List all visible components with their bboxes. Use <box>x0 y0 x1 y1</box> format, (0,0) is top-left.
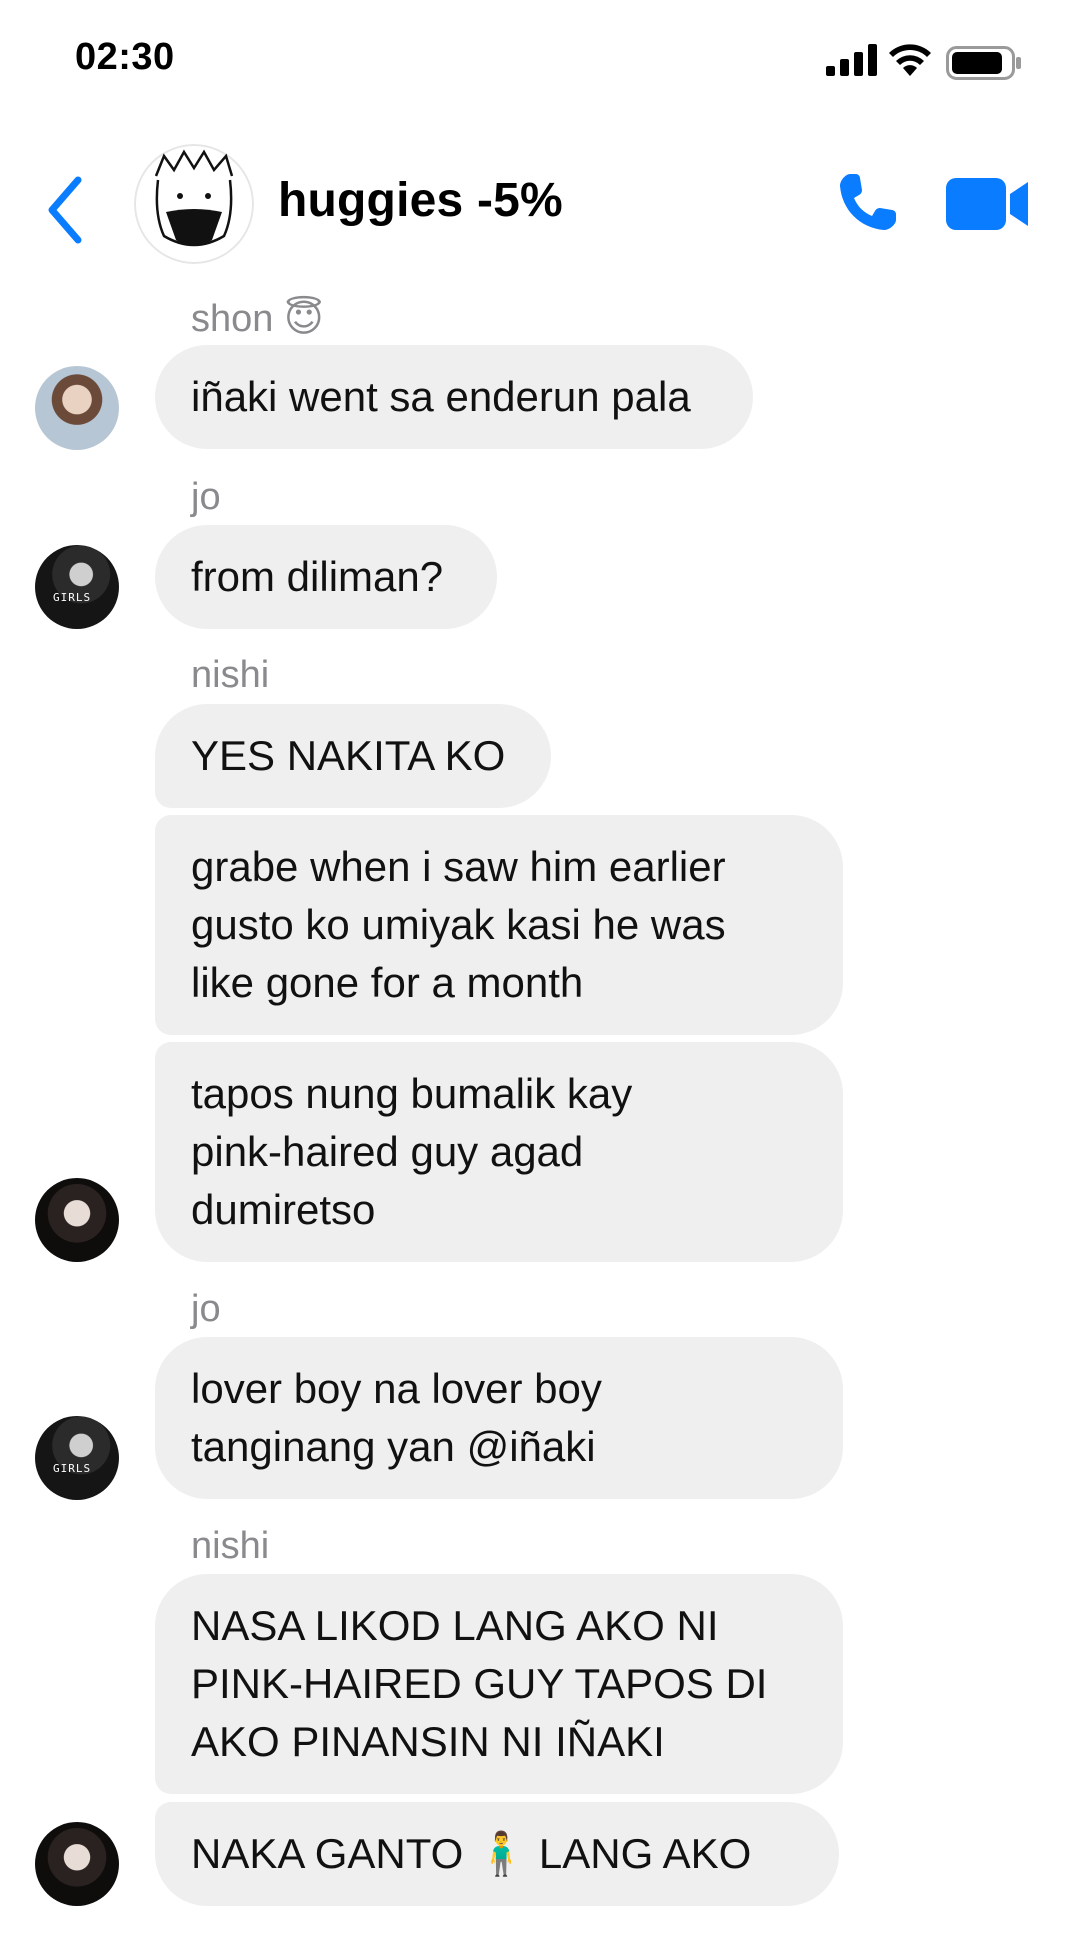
message-bubble[interactable]: from diliman? <box>155 525 497 629</box>
avatar[interactable]: GIRLS <box>35 1416 119 1500</box>
signal-icon <box>826 44 877 76</box>
message-bubble[interactable]: tapos nung bumalik kay pink-haired guy a… <box>155 1042 843 1262</box>
wifi-icon <box>889 44 931 76</box>
video-call-button[interactable] <box>946 176 1030 232</box>
sender-name: jo <box>191 1288 221 1330</box>
group-avatar-drawing <box>134 144 254 264</box>
message-bubble[interactable]: YES NAKITA KO <box>155 704 551 808</box>
phone-icon <box>840 174 896 230</box>
message-bubble[interactable]: NASA LIKOD LANG AKO NI PINK-HAIRED GUY T… <box>155 1574 843 1794</box>
status-time: 02:30 <box>75 36 175 78</box>
sender-name: shon 😇 <box>191 298 324 340</box>
avatar-shirt-print: GIRLS <box>53 1462 92 1475</box>
chat-title[interactable]: huggies -5% <box>278 173 563 228</box>
back-chevron-icon <box>48 176 82 244</box>
avatar[interactable] <box>35 1178 119 1262</box>
avatar[interactable] <box>35 1822 119 1906</box>
status-bar: 02:30 <box>0 0 1080 120</box>
avatar-shirt-print: GIRLS <box>53 591 92 604</box>
voice-call-button[interactable] <box>836 170 900 234</box>
chat-header: huggies -5% <box>0 130 1080 280</box>
sender-name: jo <box>191 476 221 518</box>
message-bubble[interactable]: NAKA GANTO 🧍‍♂️ LANG AKO <box>155 1802 839 1906</box>
sender-name: nishi <box>191 654 270 696</box>
message-bubble[interactable]: lover boy na lover boy tanginang yan @iñ… <box>155 1337 843 1499</box>
avatar[interactable]: GIRLS <box>35 545 119 629</box>
sender-name: nishi <box>191 1525 270 1567</box>
battery-icon <box>946 46 1021 80</box>
message-bubble[interactable]: iñaki went sa enderun pala <box>155 345 753 449</box>
video-camera-icon <box>946 178 1028 230</box>
back-button[interactable] <box>40 170 100 250</box>
avatar[interactable] <box>35 366 119 450</box>
group-avatar[interactable] <box>134 144 254 264</box>
message-bubble[interactable]: grabe when i saw him earlier gusto ko um… <box>155 815 843 1035</box>
